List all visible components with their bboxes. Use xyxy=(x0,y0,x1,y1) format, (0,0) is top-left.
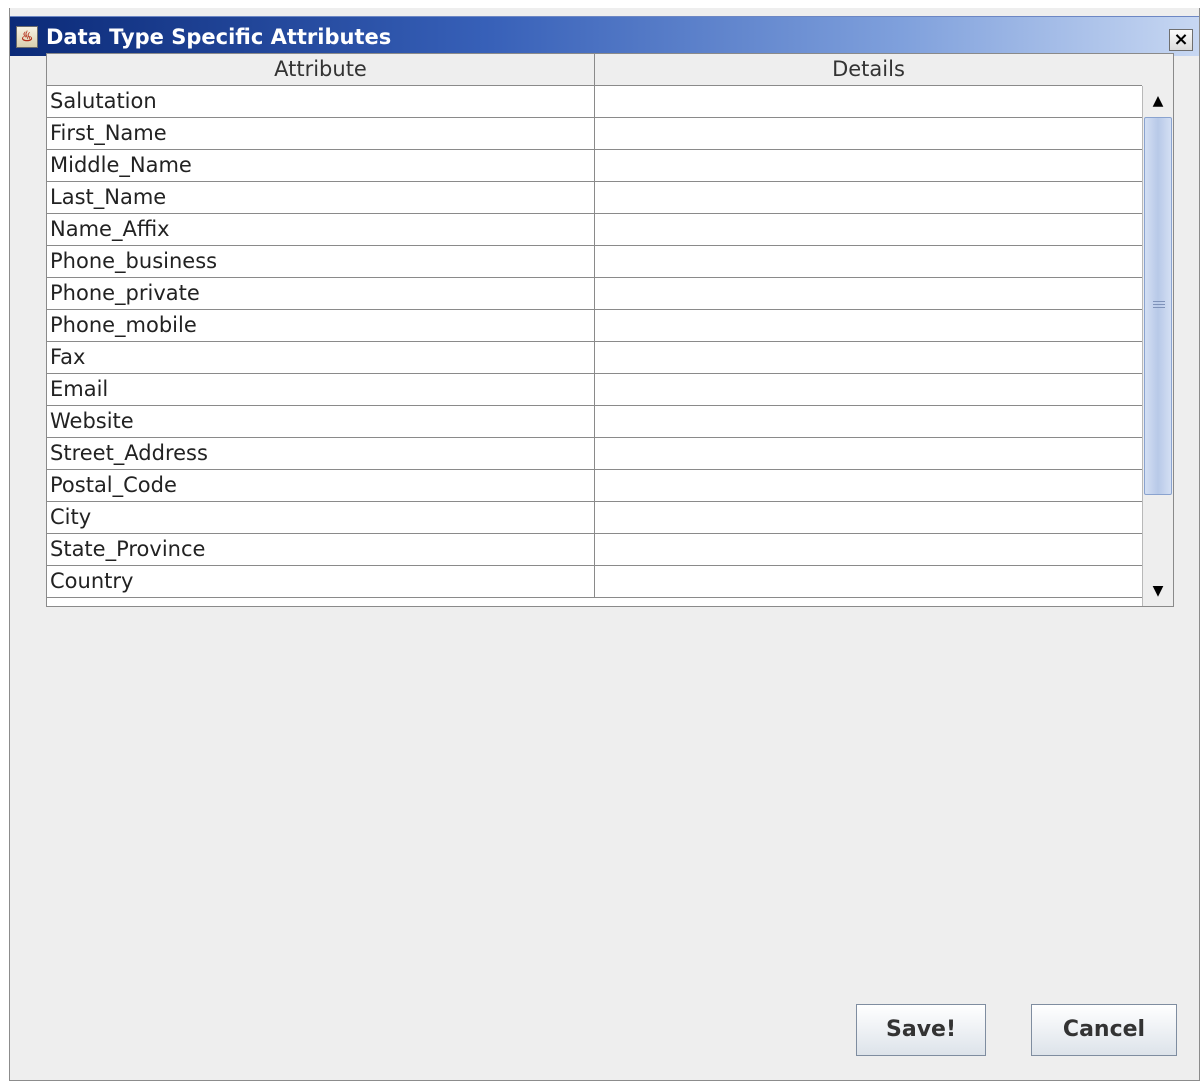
grip-icon xyxy=(1153,301,1165,308)
java-app-icon: ♨ xyxy=(16,26,38,48)
attribute-cell[interactable]: First_Name xyxy=(47,118,595,149)
cancel-button[interactable]: Cancel xyxy=(1031,1004,1177,1056)
details-cell[interactable] xyxy=(595,470,1142,501)
attribute-cell[interactable]: Fax xyxy=(47,342,595,373)
attribute-cell[interactable]: Name_Affix xyxy=(47,214,595,245)
details-cell[interactable] xyxy=(595,438,1142,469)
title-bar[interactable]: ♨ Data Type Specific Attributes × xyxy=(10,16,1199,56)
table-row[interactable]: Salutation xyxy=(47,86,1142,118)
table-row[interactable]: Phone_business xyxy=(47,246,1142,278)
dialog-window: ♨ Data Type Specific Attributes × Attrib… xyxy=(9,8,1200,1081)
table-row[interactable]: Website xyxy=(47,406,1142,438)
details-cell[interactable] xyxy=(595,150,1142,181)
attribute-cell[interactable]: City xyxy=(47,502,595,533)
attribute-cell[interactable]: State_Province xyxy=(47,534,595,565)
details-cell[interactable] xyxy=(595,310,1142,341)
details-cell[interactable] xyxy=(595,534,1142,565)
attribute-cell[interactable]: Country xyxy=(47,566,595,597)
table-row[interactable]: State_Province xyxy=(47,534,1142,566)
attribute-cell[interactable]: Last_Name xyxy=(47,182,595,213)
details-cell[interactable] xyxy=(595,182,1142,213)
table-row[interactable]: City xyxy=(47,502,1142,534)
details-cell[interactable] xyxy=(595,566,1142,597)
attribute-cell[interactable]: Phone_mobile xyxy=(47,310,595,341)
details-cell[interactable] xyxy=(595,278,1142,309)
table-row[interactable]: First_Name xyxy=(47,118,1142,150)
details-cell[interactable] xyxy=(595,118,1142,149)
attribute-cell[interactable]: Salutation xyxy=(47,86,595,117)
attribute-cell[interactable]: Middle_Name xyxy=(47,150,595,181)
details-cell[interactable] xyxy=(595,342,1142,373)
details-cell[interactable] xyxy=(595,86,1142,117)
table-body: Salutation First_Name Middle_Name Last_N… xyxy=(47,86,1142,606)
attribute-cell[interactable]: Postal_Code xyxy=(47,470,595,501)
table-row[interactable]: Email xyxy=(47,374,1142,406)
table-row[interactable]: Postal_Code xyxy=(47,470,1142,502)
attribute-cell[interactable]: Email xyxy=(47,374,595,405)
table-row[interactable]: Phone_private xyxy=(47,278,1142,310)
table-header: Attribute Details xyxy=(47,54,1142,86)
attribute-cell[interactable]: Phone_business xyxy=(47,246,595,277)
table-row[interactable]: Last_Name xyxy=(47,182,1142,214)
details-cell[interactable] xyxy=(595,214,1142,245)
details-cell[interactable] xyxy=(595,406,1142,437)
details-cell[interactable] xyxy=(595,502,1142,533)
table-row[interactable]: Name_Affix xyxy=(47,214,1142,246)
save-button[interactable]: Save! xyxy=(856,1004,986,1056)
scroll-up-button[interactable]: ▲ xyxy=(1143,86,1173,116)
scrollbar-thumb[interactable] xyxy=(1144,117,1172,495)
window-title: Data Type Specific Attributes xyxy=(46,25,392,49)
details-cell[interactable] xyxy=(595,246,1142,277)
table-row[interactable]: Country xyxy=(47,566,1142,598)
vertical-scrollbar[interactable]: ▲ ▼ xyxy=(1142,86,1173,606)
close-button[interactable]: × xyxy=(1169,29,1193,51)
details-cell[interactable] xyxy=(595,374,1142,405)
attribute-cell[interactable]: Website xyxy=(47,406,595,437)
column-header-attribute[interactable]: Attribute xyxy=(47,54,595,85)
table-row[interactable]: Middle_Name xyxy=(47,150,1142,182)
table-row[interactable]: Fax xyxy=(47,342,1142,374)
attribute-cell[interactable]: Street_Address xyxy=(47,438,595,469)
table-row[interactable]: Phone_mobile xyxy=(47,310,1142,342)
attributes-table: Attribute Details Salutation First_Name … xyxy=(46,53,1174,607)
table-row[interactable]: Street_Address xyxy=(47,438,1142,470)
column-header-details[interactable]: Details xyxy=(595,54,1142,85)
scroll-down-button[interactable]: ▼ xyxy=(1143,576,1173,606)
attribute-cell[interactable]: Phone_private xyxy=(47,278,595,309)
